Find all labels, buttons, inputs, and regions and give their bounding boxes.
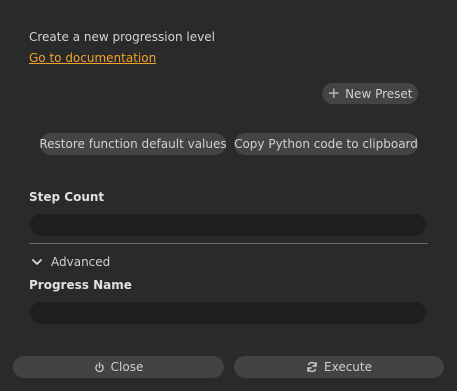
new-preset-label: New Preset xyxy=(345,86,413,101)
power-icon xyxy=(94,361,104,372)
close-button[interactable]: Close xyxy=(13,356,224,378)
step-count-field[interactable] xyxy=(30,214,426,236)
progress-name-field[interactable] xyxy=(30,302,426,324)
copy-python-button[interactable]: Copy Python code to clipboard xyxy=(234,133,418,155)
copy-python-label: Copy Python code to clipboard xyxy=(234,137,418,151)
refresh-icon xyxy=(307,361,317,373)
plus-icon: + xyxy=(327,84,341,102)
execute-button[interactable]: Execute xyxy=(234,356,444,378)
restore-defaults-label: Restore function default values xyxy=(39,137,227,151)
close-label: Close xyxy=(110,360,144,374)
progress-name-label: Progress Name xyxy=(29,278,132,292)
chevron-down-icon xyxy=(32,259,42,265)
advanced-label: Advanced xyxy=(51,255,111,269)
new-preset-button[interactable]: + New Preset xyxy=(322,83,418,104)
documentation-link[interactable]: Go to documentation xyxy=(29,51,156,65)
description-text: Create a new progression level xyxy=(29,30,215,44)
advanced-toggle[interactable]: Advanced xyxy=(31,255,110,269)
restore-defaults-button[interactable]: Restore function default values xyxy=(39,133,227,155)
execute-label: Execute xyxy=(324,360,372,374)
step-count-label: Step Count xyxy=(29,190,105,204)
section-divider xyxy=(29,243,428,244)
